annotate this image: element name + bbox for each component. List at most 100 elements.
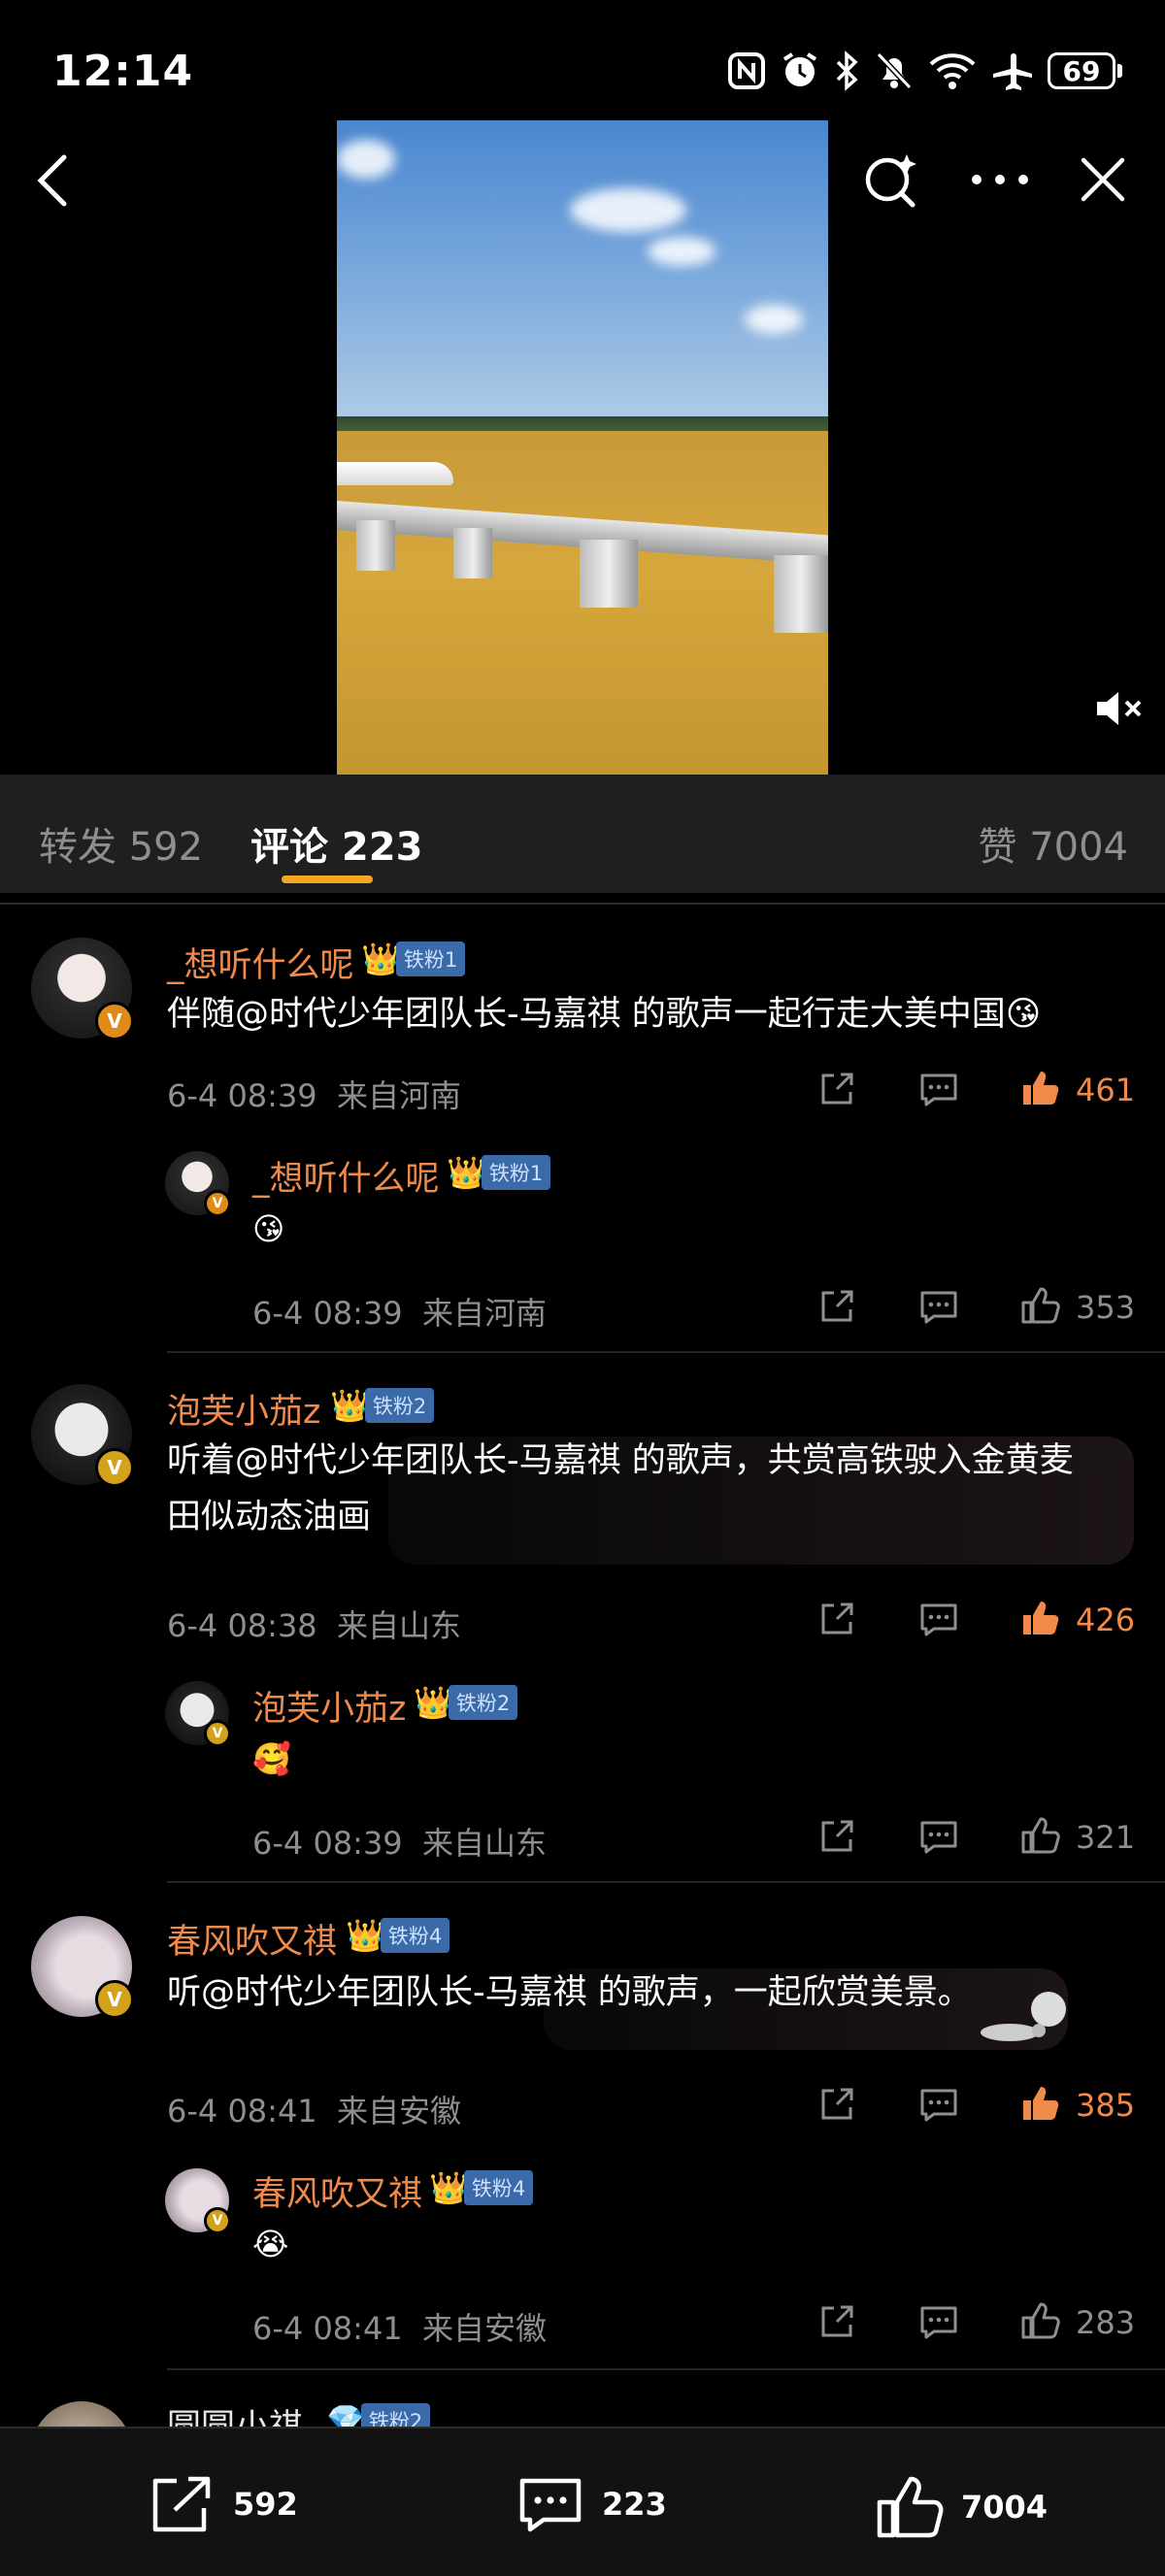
mute-button[interactable] [1093,687,1146,734]
username[interactable]: _想听什么呢 [167,938,354,987]
back-button[interactable] [35,153,70,212]
comment-icon[interactable] [918,2085,959,2124]
reply-emoji: 😭 [252,2226,289,2262]
fan-badge: 💎 铁粉2 [326,2402,431,2427]
like-icon [877,2476,944,2538]
share-icon[interactable] [817,2085,856,2124]
crown-icon: 👑 [429,2169,468,2206]
share-icon[interactable] [817,1600,856,1638]
fan-badge: 👑 铁粉1 [361,941,466,976]
tab-comments[interactable]: 评论 223 [250,815,422,872]
like-icon[interactable] [1019,2083,1060,2124]
fan-badge-label: 铁粉2 [364,1388,435,1423]
reply-emoji: 😘 [252,1210,285,1247]
like-icon[interactable] [1019,2300,1060,2341]
like-icon[interactable] [1019,1815,1060,1856]
share-icon[interactable] [817,2302,856,2341]
like-icon[interactable] [1019,1285,1060,1326]
reply-emoji: 🥰 [252,1740,291,1777]
tab-likes[interactable]: 赞 7004 [978,815,1128,872]
repost-button[interactable]: 592 [148,2473,298,2535]
location: 来自安徽 [422,2310,548,2347]
time: 6-4 08:38 [167,1607,317,1644]
crown-icon: 💎 [326,2402,365,2427]
divider [0,903,1165,905]
comment-text: 听着@时代少年团队长-马嘉祺 的歌声，共赏高铁驶入金黄麦 田似动态油画 [167,1433,1074,1545]
location: 来自山东 [337,1607,462,1644]
time: 6-4 08:41 [252,2310,403,2347]
location: 来自河南 [422,1295,548,1332]
comment-count: 223 [602,2486,667,2523]
status-icons: 69 [727,50,1122,91]
nfc-icon [728,52,765,89]
comment-button[interactable]: 223 [516,2473,667,2535]
like-count: 7004 [961,2489,1048,2526]
verified-badge: V [95,1448,134,1487]
comment-icon[interactable] [918,1287,959,1326]
close-icon[interactable] [1080,156,1126,203]
crown-icon: 👑 [447,1154,485,1191]
time: 6-4 08:41 [167,2093,317,2130]
like-icon[interactable] [1019,1068,1060,1108]
like-count: 321 [1076,1819,1136,1856]
comment-text: 伴随@时代少年团队长-马嘉祺 的歌声一起行走大美中国😘 [167,986,1041,1042]
comment-time: 6-4 08:39 来自河南 [167,1072,461,1116]
comment-icon[interactable] [918,1600,959,1638]
comment-icon[interactable] [918,2302,959,2341]
mute-icon [1097,692,1142,725]
divider [167,1881,1165,1883]
comment-icon[interactable] [918,1817,959,1856]
reply-username[interactable]: 泡芙小茄z [252,1681,406,1731]
video-player[interactable] [337,120,828,775]
fan-badge: 👑 铁粉4 [346,1918,450,1953]
share-icon[interactable] [817,1070,856,1108]
top-actions [862,150,1126,209]
like-icon[interactable] [1019,1598,1060,1638]
reply-username[interactable]: _想听什么呢 [252,1151,440,1201]
crown-icon: 👑 [414,1684,452,1721]
username[interactable]: 泡芙小茄z [167,1384,320,1434]
reply-time: 6-4 08:41 来自安徽 [252,2304,547,2349]
like-count: 461 [1076,1072,1136,1108]
share-icon[interactable] [817,1817,856,1856]
like-count: 385 [1076,2087,1136,2124]
verified-badge: V [204,2207,231,2234]
verified-badge: V [95,1980,134,2019]
comment-time: 6-4 08:41 来自安徽 [167,2087,461,2131]
username[interactable]: 春风吹又祺 [167,1914,337,1964]
tab-active-indicator [282,875,373,883]
fan-badge-label: 铁粉2 [360,2403,431,2427]
location: 来自安徽 [337,2093,462,2130]
divider [167,1351,1165,1353]
more-icon[interactable] [969,170,1031,189]
battery-level: 69 [1048,52,1115,89]
comment-item: 圆圆小祺- 💎铁粉2 [0,2397,1165,2427]
comment-time: 6-4 08:38 来自山东 [167,1602,461,1646]
tab-bar: 转发 592 评论 223 赞 7004 [0,775,1165,893]
airplane-icon [993,53,1032,90]
avatar[interactable] [31,2401,132,2427]
battery-indicator: 69 [1048,52,1122,89]
divider [167,2368,1165,2370]
crown-icon: 👑 [330,1387,369,1424]
username[interactable]: 圆圆小祺- [167,2399,316,2427]
fan-badge-label: 铁粉1 [395,941,466,976]
search-sparkle-icon[interactable] [862,150,920,209]
silent-icon [876,51,913,90]
emoji: 😘 [1005,995,1042,1034]
reply-username[interactable]: 春风吹又祺 [252,2166,422,2216]
share-icon[interactable] [817,1287,856,1326]
tab-repost[interactable]: 转发 592 [39,815,203,872]
comment-text-line: 听着@时代少年团队长-马嘉祺 的歌声，共赏高铁驶入金黄麦 [167,1441,1074,1480]
bottom-action-bar: 592 223 7004 [0,2427,1165,2576]
comment-icon[interactable] [918,1070,959,1108]
comment-text-line: 田似动态油画 [167,1498,372,1536]
time: 6-4 08:39 [252,1825,403,1862]
fan-badge: 👑 铁粉2 [414,1684,518,1721]
fan-badge: 👑 铁粉1 [447,1154,551,1191]
fan-badge-label: 铁粉2 [448,1685,518,1720]
like-button[interactable]: 7004 [874,2473,1048,2541]
verified-badge: V [204,1720,231,1747]
bluetooth-icon [836,50,858,91]
fan-badge: 👑 铁粉2 [330,1387,435,1424]
